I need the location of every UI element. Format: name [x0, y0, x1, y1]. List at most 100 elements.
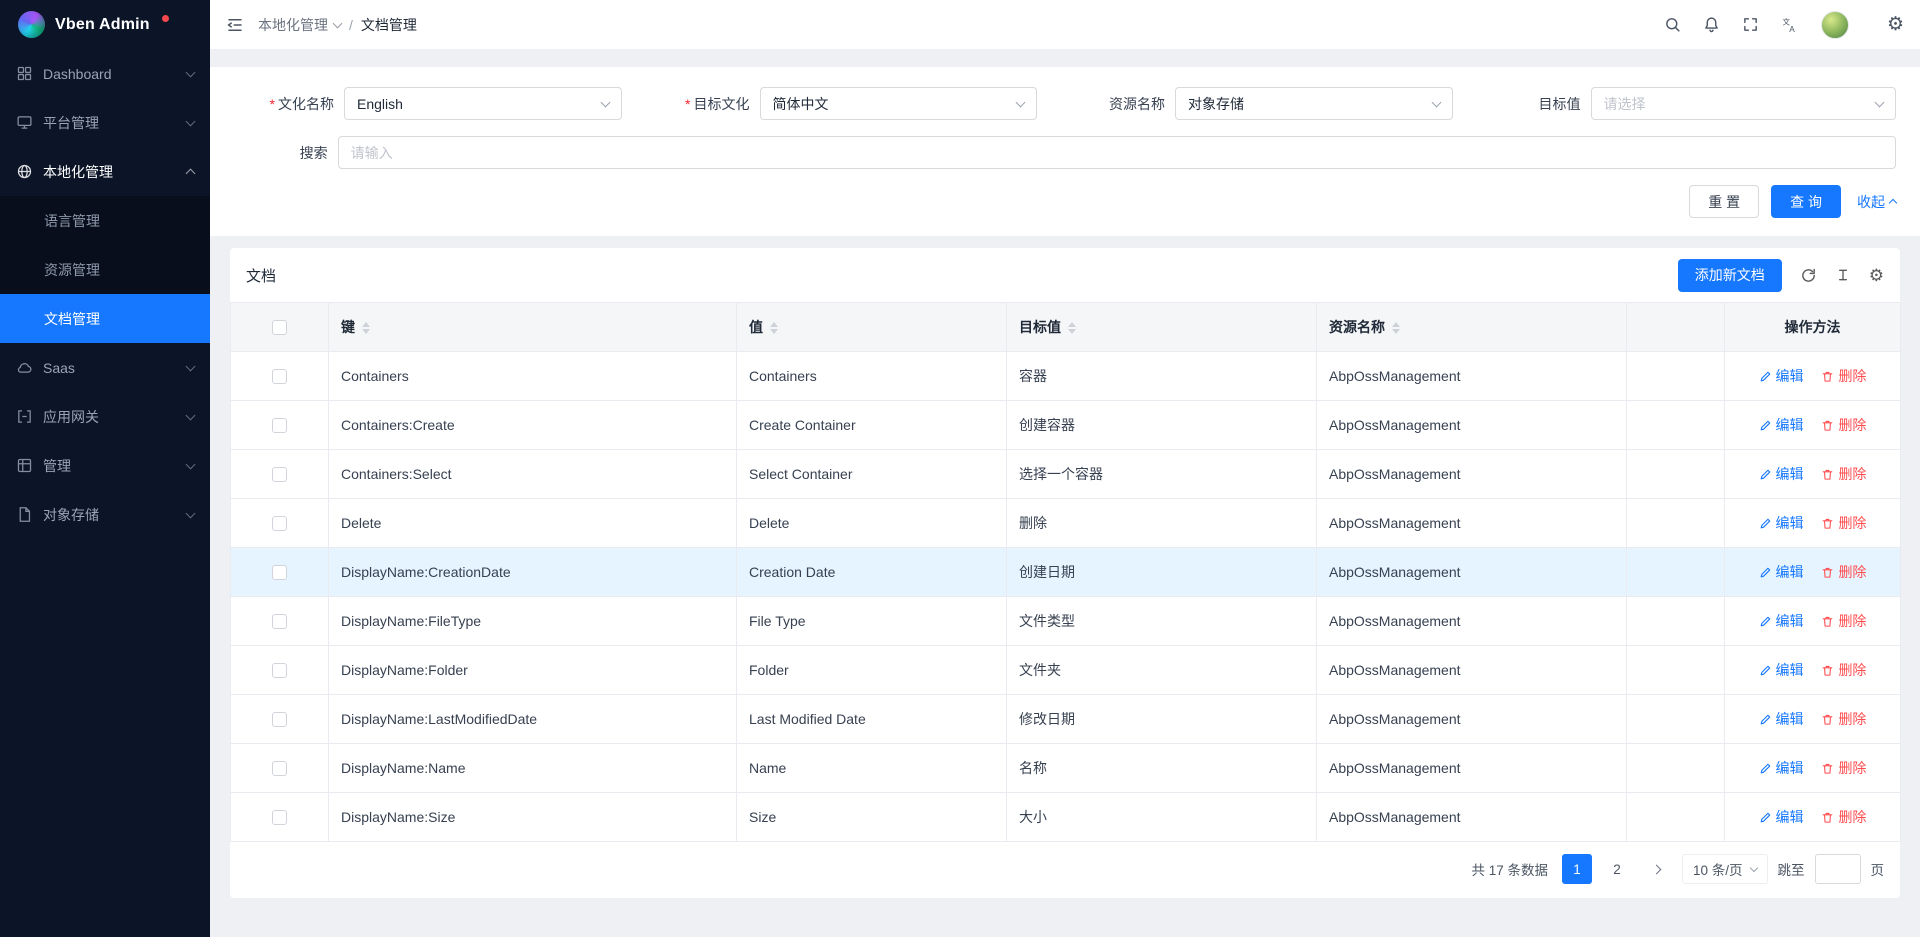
reset-button[interactable]: 重 置	[1689, 185, 1759, 218]
delete-link[interactable]: 删除	[1821, 415, 1866, 435]
page-size-select[interactable]: 10 条/页	[1682, 854, 1768, 884]
app-logo[interactable]: Vben Admin	[0, 0, 210, 49]
sort-icon[interactable]	[770, 322, 778, 334]
sidebar-item-saas[interactable]: Saas	[0, 343, 210, 392]
edit-link[interactable]: 编辑	[1759, 709, 1804, 729]
pagination-page-2[interactable]: 2	[1602, 854, 1632, 884]
delete-link-label: 删除	[1838, 611, 1866, 631]
pagination-page-1[interactable]: 1	[1562, 854, 1592, 884]
table-row[interactable]: DisplayName:Name Name 名称 AbpOssManagemen…	[231, 744, 1901, 793]
sidebar-item-language-management[interactable]: 语言管理	[0, 196, 210, 245]
sort-icon[interactable]	[362, 322, 370, 334]
notification-bell-icon[interactable]	[1703, 16, 1720, 33]
sort-icon[interactable]	[1068, 322, 1076, 334]
row-checkbox[interactable]	[272, 712, 287, 727]
resource-name-select[interactable]: 对象存储	[1175, 87, 1453, 120]
row-checkbox[interactable]	[272, 663, 287, 678]
row-checkbox[interactable]	[272, 369, 287, 384]
table-row[interactable]: DisplayName:Folder Folder 文件夹 AbpOssMana…	[231, 646, 1901, 695]
table-settings-gear-icon[interactable]: ⚙	[1869, 267, 1884, 284]
edit-link[interactable]: 编辑	[1759, 366, 1804, 386]
select-all-checkbox[interactable]	[272, 320, 287, 335]
target-value-select[interactable]: 请选择	[1591, 87, 1897, 120]
sidebar-item-gateway[interactable]: 应用网关	[0, 392, 210, 441]
delete-link[interactable]: 删除	[1821, 807, 1866, 827]
cell-target-value: 文件夹	[1007, 646, 1317, 695]
cell-target-value: 修改日期	[1007, 695, 1317, 744]
delete-link[interactable]: 删除	[1821, 464, 1866, 484]
edit-link[interactable]: 编辑	[1759, 758, 1804, 778]
menu-fold-icon[interactable]	[226, 16, 244, 34]
delete-link[interactable]: 删除	[1821, 366, 1866, 386]
table-row[interactable]: Containers:Create Create Container 创建容器 …	[231, 401, 1901, 450]
storage-icon	[16, 506, 33, 523]
edit-link[interactable]: 编辑	[1759, 660, 1804, 680]
sidebar-item-dashboard[interactable]: Dashboard	[0, 49, 210, 98]
sidebar-item-localization[interactable]: 本地化管理	[0, 147, 210, 196]
column-header-value[interactable]: 值	[737, 303, 1007, 352]
target-culture-select[interactable]: 简体中文	[760, 87, 1038, 120]
settings-gear-icon[interactable]: ⚙	[1887, 15, 1904, 34]
row-checkbox[interactable]	[272, 614, 287, 629]
delete-link[interactable]: 删除	[1821, 660, 1866, 680]
cell-resource-name: AbpOssManagement	[1317, 695, 1627, 744]
sort-icon[interactable]	[1392, 322, 1400, 334]
column-header-key[interactable]: 键	[329, 303, 737, 352]
cell-key: DisplayName:FileType	[329, 597, 737, 646]
table-row[interactable]: DisplayName:CreationDate Creation Date 创…	[231, 548, 1901, 597]
delete-link[interactable]: 删除	[1821, 709, 1866, 729]
sidebar-item-object-storage[interactable]: 对象存储	[0, 490, 210, 539]
table-row[interactable]: Containers:Select Select Container 选择一个容…	[231, 450, 1901, 499]
delete-trash-icon	[1821, 762, 1834, 775]
row-checkbox[interactable]	[272, 516, 287, 531]
table-row[interactable]: DisplayName:LastModifiedDate Last Modifi…	[231, 695, 1901, 744]
row-checkbox[interactable]	[272, 467, 287, 482]
sidebar-item-platform[interactable]: 平台管理	[0, 98, 210, 147]
row-checkbox[interactable]	[272, 565, 287, 580]
row-checkbox[interactable]	[272, 761, 287, 776]
delete-link[interactable]: 删除	[1821, 758, 1866, 778]
sidebar-item-resource-management[interactable]: 资源管理	[0, 245, 210, 294]
column-header-resource[interactable]: 资源名称	[1317, 303, 1627, 352]
edit-link[interactable]: 编辑	[1759, 415, 1804, 435]
user-avatar[interactable]	[1821, 11, 1849, 39]
fullscreen-icon[interactable]	[1742, 16, 1759, 33]
cell-key: DisplayName:Size	[329, 793, 737, 842]
edit-link[interactable]: 编辑	[1759, 807, 1804, 827]
jump-page-input[interactable]	[1815, 854, 1861, 884]
translate-icon[interactable]: 文A	[1781, 16, 1799, 34]
breadcrumb-parent[interactable]: 本地化管理	[258, 15, 341, 35]
row-checkbox[interactable]	[272, 810, 287, 825]
delete-link[interactable]: 删除	[1821, 562, 1866, 582]
table-row[interactable]: Delete Delete 删除 AbpOssManagement 编辑 删除	[231, 499, 1901, 548]
row-checkbox-cell	[231, 548, 329, 597]
table-row[interactable]: Containers Containers 容器 AbpOssManagemen…	[231, 352, 1901, 401]
pagination-next-button[interactable]	[1642, 854, 1672, 884]
sidebar-item-document-management[interactable]: 文档管理	[0, 294, 210, 343]
delete-link[interactable]: 删除	[1821, 611, 1866, 631]
edit-link-label: 编辑	[1776, 758, 1804, 778]
column-header-target[interactable]: 目标值	[1007, 303, 1317, 352]
edit-link-label: 编辑	[1776, 513, 1804, 533]
management-icon	[16, 457, 33, 474]
search-input[interactable]	[338, 136, 1896, 169]
row-checkbox[interactable]	[272, 418, 287, 433]
table-row[interactable]: DisplayName:FileType File Type 文件类型 AbpO…	[231, 597, 1901, 646]
delete-link[interactable]: 删除	[1821, 513, 1866, 533]
edit-link[interactable]: 编辑	[1759, 464, 1804, 484]
table-row[interactable]: DisplayName:Size Size 大小 AbpOssManagemen…	[231, 793, 1901, 842]
collapse-link[interactable]: 收起	[1857, 192, 1896, 212]
chevron-right-icon	[1652, 864, 1662, 874]
sidebar-item-management[interactable]: 管理	[0, 441, 210, 490]
edit-link[interactable]: 编辑	[1759, 513, 1804, 533]
edit-link[interactable]: 编辑	[1759, 562, 1804, 582]
add-document-button[interactable]: 添加新文档	[1678, 259, 1782, 292]
culture-name-select[interactable]: English	[344, 87, 622, 120]
query-button[interactable]: 查 询	[1771, 185, 1841, 218]
row-height-icon[interactable]	[1835, 267, 1851, 283]
refresh-icon[interactable]	[1800, 267, 1817, 284]
search-icon[interactable]	[1664, 16, 1681, 33]
edit-link[interactable]: 编辑	[1759, 611, 1804, 631]
chevron-down-icon	[186, 116, 196, 126]
cell-target-value: 创建容器	[1007, 401, 1317, 450]
